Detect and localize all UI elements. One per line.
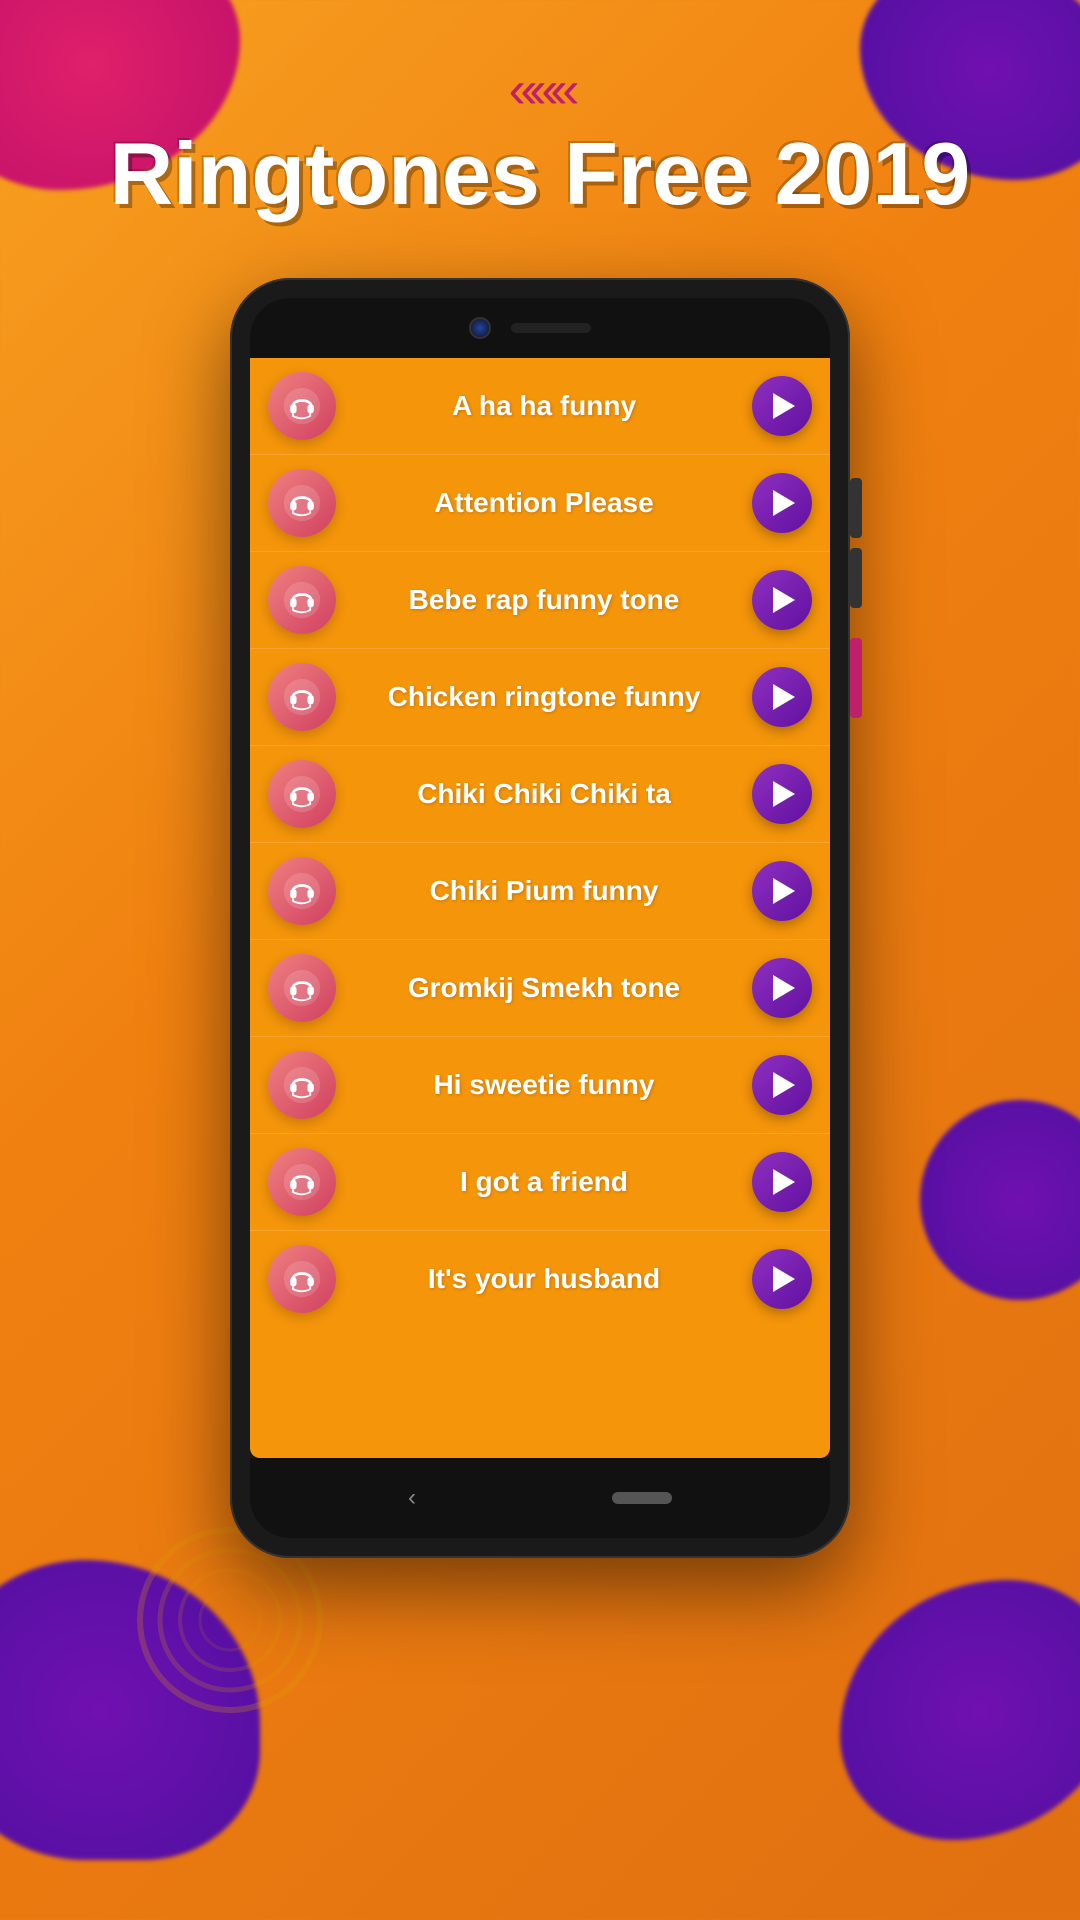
blob-bottom-right [840, 1580, 1080, 1840]
play-button[interactable] [752, 667, 812, 727]
ringtone-icon [268, 566, 336, 634]
volume-button [850, 478, 862, 538]
play-icon [773, 781, 795, 807]
ringtone-item[interactable]: Gromkij Smekh tone [250, 940, 830, 1037]
ringtone-icon [268, 469, 336, 537]
nav-home-button[interactable] [612, 1492, 672, 1504]
ringtone-item[interactable]: Chiki Pium funny [250, 843, 830, 940]
ringtone-icon [268, 372, 336, 440]
ringtone-item[interactable]: Attention Please [250, 455, 830, 552]
ringtone-icon [268, 760, 336, 828]
play-icon [773, 975, 795, 1001]
headphone-svg [282, 968, 322, 1008]
headphone-svg [282, 580, 322, 620]
play-button[interactable] [752, 473, 812, 533]
play-icon [773, 490, 795, 516]
ringtone-item[interactable]: A ha ha funny [250, 358, 830, 455]
phone-bottom-bar: ‹ [250, 1458, 830, 1538]
play-icon [773, 878, 795, 904]
headphone-svg [282, 774, 322, 814]
power-button [850, 638, 862, 718]
headphone-svg [282, 871, 322, 911]
app-title: Ringtones Free 2019 [0, 130, 1080, 218]
ringtone-item[interactable]: It's your husband [250, 1231, 830, 1327]
ringtone-item[interactable]: Chiki Chiki Chiki ta [250, 746, 830, 843]
headphone-svg [282, 1162, 322, 1202]
play-button[interactable] [752, 1055, 812, 1115]
ringtone-list: A ha ha funny Attention Please [250, 358, 830, 1327]
ringtone-item[interactable]: Hi sweetie funny [250, 1037, 830, 1134]
ringtone-icon [268, 857, 336, 925]
play-button[interactable] [752, 861, 812, 921]
play-icon [773, 1266, 795, 1292]
ringtone-icon [268, 1051, 336, 1119]
ringtone-item[interactable]: Chicken ringtone funny [250, 649, 830, 746]
play-icon [773, 587, 795, 613]
play-button[interactable] [752, 570, 812, 630]
ringtone-name: Chiki Chiki Chiki ta [352, 778, 736, 810]
nav-back-icon[interactable]: ‹ [408, 1484, 416, 1512]
ringtone-name: Attention Please [352, 487, 736, 519]
play-icon [773, 684, 795, 710]
phone-camera [469, 317, 491, 339]
ringtone-name: Chicken ringtone funny [352, 681, 736, 713]
headphone-svg [282, 1065, 322, 1105]
ringtone-item[interactable]: I got a friend [250, 1134, 830, 1231]
headphone-svg [282, 386, 322, 426]
ringtone-name: Gromkij Smekh tone [352, 972, 736, 1004]
ringtone-name: Chiki Pium funny [352, 875, 736, 907]
ringtone-name: I got a friend [352, 1166, 736, 1198]
volume-button-2 [850, 548, 862, 608]
ringtone-icon [268, 954, 336, 1022]
play-button[interactable] [752, 958, 812, 1018]
play-icon [773, 1072, 795, 1098]
ringtone-name: It's your husband [352, 1263, 736, 1295]
play-button[interactable] [752, 1152, 812, 1212]
phone-screen: A ha ha funny Attention Please [250, 358, 830, 1458]
phone-top-bar [250, 298, 830, 358]
phone-side-buttons [850, 478, 862, 718]
phone-speaker [511, 323, 591, 333]
ringtone-name: Hi sweetie funny [352, 1069, 736, 1101]
phone-mockup: A ha ha funny Attention Please [230, 278, 850, 1558]
headphone-svg [282, 483, 322, 523]
header: ««« Ringtones Free 2019 [0, 0, 1080, 218]
play-button[interactable] [752, 764, 812, 824]
headphone-svg [282, 677, 322, 717]
ringtone-icon [268, 1148, 336, 1216]
ringtone-icon [268, 663, 336, 731]
play-button[interactable] [752, 376, 812, 436]
play-button[interactable] [752, 1249, 812, 1309]
ringtone-icon [268, 1245, 336, 1313]
play-icon [773, 1169, 795, 1195]
back-arrows-icon: ««« [0, 60, 1080, 120]
phone-container: A ha ha funny Attention Please [0, 278, 1080, 1558]
ringtone-item[interactable]: Bebe rap funny tone [250, 552, 830, 649]
play-icon [773, 393, 795, 419]
headphone-svg [282, 1259, 322, 1299]
ringtone-name: A ha ha funny [352, 390, 736, 422]
ringtone-name: Bebe rap funny tone [352, 584, 736, 616]
